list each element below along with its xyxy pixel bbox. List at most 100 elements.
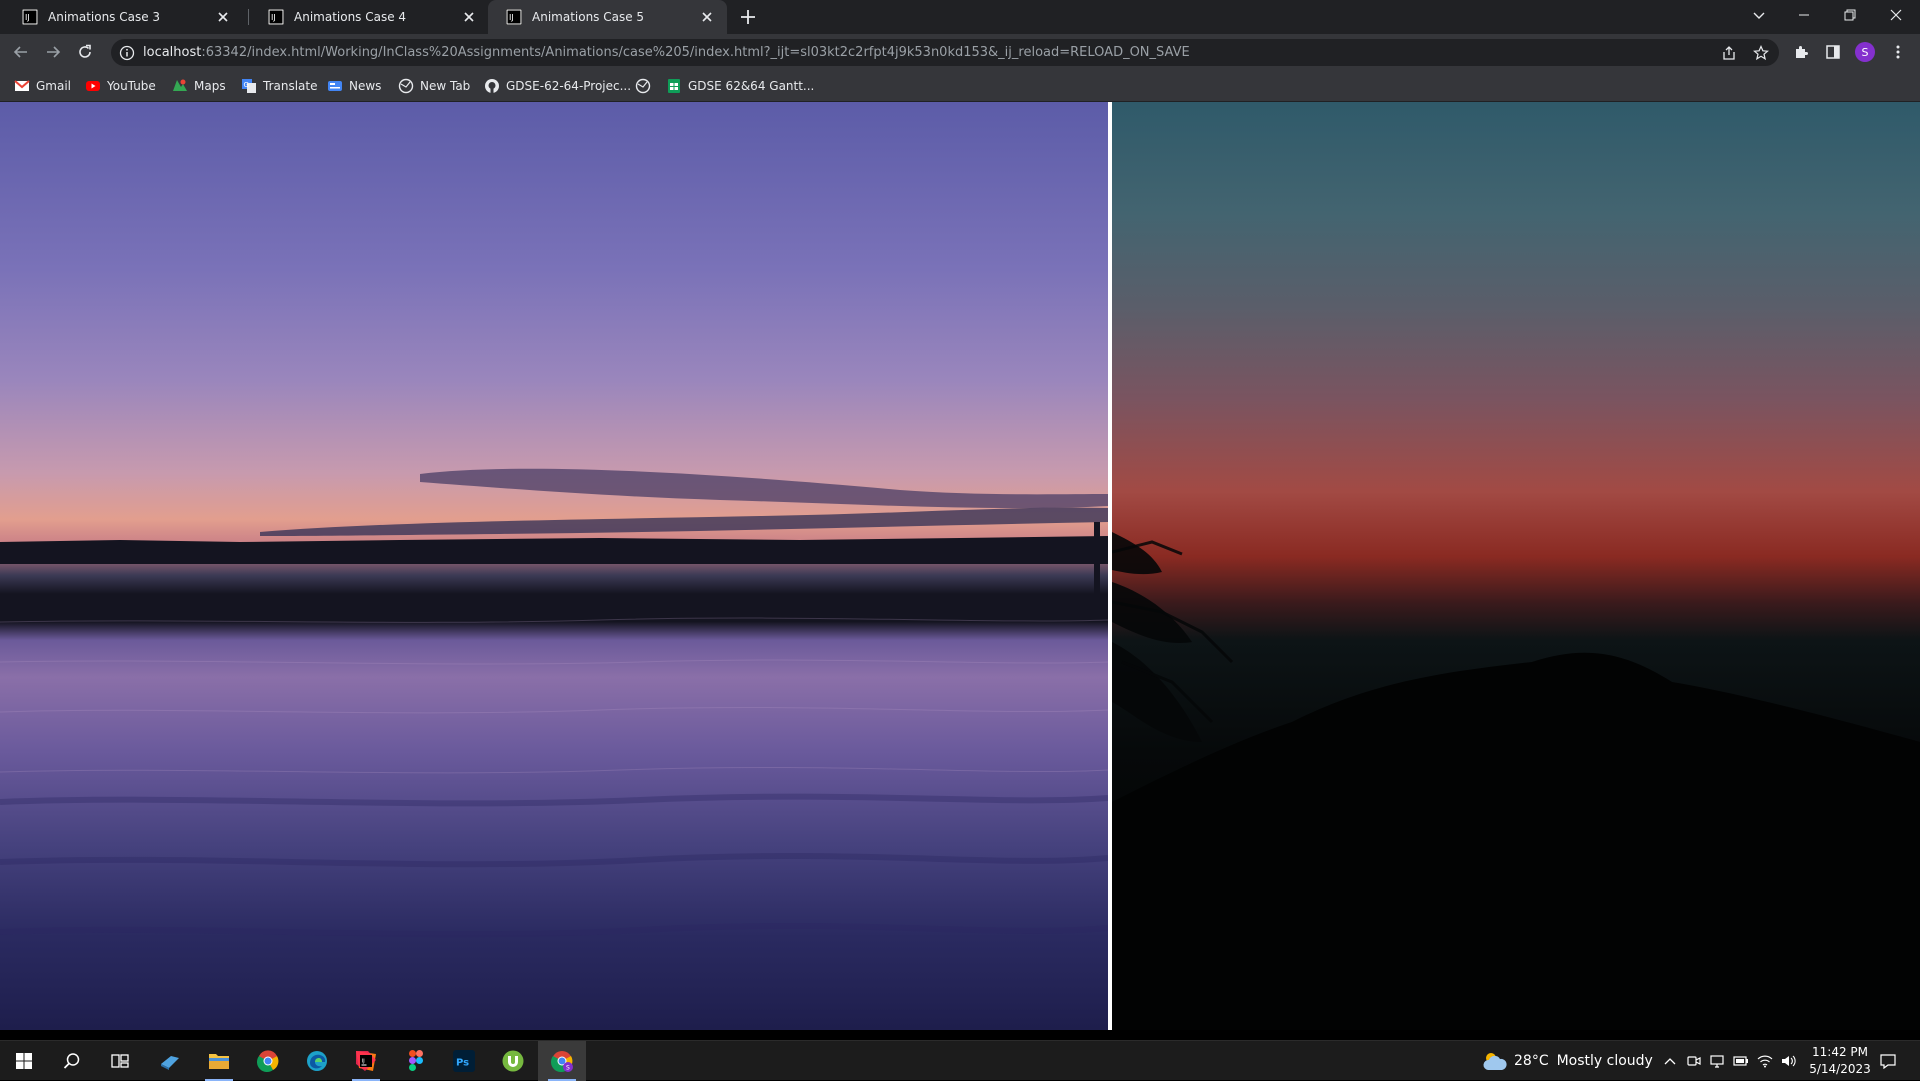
- windows-taskbar: IJ Ps S 28°C Mostly cloudy 11:42 PM 5/14…: [0, 1040, 1920, 1081]
- start-icon[interactable]: [0, 1041, 48, 1081]
- reload-icon[interactable]: [72, 39, 98, 65]
- new-tab-plus-icon[interactable]: [736, 6, 760, 28]
- youtube-icon: [86, 81, 100, 91]
- cloud-sun-icon: [1483, 1053, 1507, 1070]
- file-explorer-icon[interactable]: [195, 1041, 243, 1081]
- svg-text:Ps: Ps: [456, 1058, 469, 1069]
- task-view-icon[interactable]: [96, 1041, 144, 1081]
- tab-title: Animations Case 4: [294, 10, 407, 24]
- notifications-icon[interactable]: [1880, 1053, 1896, 1069]
- bookmark-label: Translate: [263, 79, 318, 93]
- intellij-favicon-icon: IJ: [506, 9, 522, 25]
- bookmark-translate[interactable]: G Translate: [241, 76, 318, 96]
- tab-animations-case-5[interactable]: IJ Animations Case 5: [488, 0, 727, 34]
- weather-condition: Mostly cloudy: [1556, 1053, 1653, 1069]
- search-icon[interactable]: [48, 1041, 96, 1081]
- bookmark-label: Gmail: [36, 79, 72, 93]
- sunset-lake-scene: [0, 468, 1108, 938]
- url-host: localhost: [143, 45, 202, 60]
- bookmark-label: YouTube: [107, 79, 156, 93]
- site-info-icon[interactable]: [119, 45, 135, 61]
- tab-strip: IJ Animations Case 3 IJ Animations Case …: [0, 0, 1920, 34]
- tab-title: Animations Case 5: [532, 10, 645, 24]
- side-panel-icon[interactable]: [1820, 39, 1846, 65]
- tab-animations-case-4[interactable]: IJ Animations Case 4: [250, 0, 489, 34]
- sheets-icon: [668, 79, 680, 93]
- dusk-tree-silhouette-image: [1112, 102, 1920, 1030]
- bookmark-star-icon[interactable]: [1751, 43, 1771, 63]
- meet-now-icon[interactable]: [1686, 1053, 1702, 1069]
- close-window-icon[interactable]: [1873, 0, 1919, 30]
- remote-desktop-icon[interactable]: [1709, 1053, 1725, 1069]
- svg-text:IJ: IJ: [25, 13, 30, 22]
- chevron-up-icon[interactable]: [1662, 1053, 1678, 1069]
- tab-search-chevron-icon[interactable]: [1736, 0, 1782, 30]
- tab-separator: [248, 9, 249, 25]
- intellij-favicon-icon: IJ: [268, 9, 284, 25]
- bookmark-label: News: [349, 79, 382, 93]
- svg-text:IJ: IJ: [271, 13, 276, 22]
- browser-toolbar: localhost:63342/index.html/Working/InCla…: [0, 34, 1920, 70]
- wifi-icon[interactable]: [1757, 1053, 1773, 1069]
- menu-kebab-icon[interactable]: [1885, 39, 1911, 65]
- svg-text:IJ: IJ: [362, 1059, 366, 1065]
- address-bar[interactable]: localhost:63342/index.html/Working/InCla…: [111, 39, 1779, 66]
- back-arrow-icon[interactable]: [8, 39, 34, 65]
- svg-text:IJ: IJ: [509, 13, 514, 22]
- restore-icon[interactable]: [1827, 0, 1873, 30]
- bookmark-label: New Tab: [420, 79, 471, 93]
- svg-text:S: S: [566, 1065, 570, 1072]
- url-text: localhost:63342/index.html/Working/InCla…: [143, 45, 1190, 60]
- globe-icon: [635, 78, 651, 94]
- forward-arrow-icon[interactable]: [40, 39, 66, 65]
- maps-icon: [173, 79, 187, 91]
- bookmark-label: GDSE 62&64 Gantt...: [688, 79, 815, 93]
- tab-title: Animations Case 3: [48, 10, 161, 24]
- intellij-icon[interactable]: IJ: [342, 1041, 390, 1081]
- bookmarks-bar: Gmail YouTube Maps G Translate News New …: [0, 70, 1920, 102]
- tree-silhouette-scene: [1112, 532, 1920, 1030]
- clock-time: 11:42 PM: [1812, 1045, 1868, 1059]
- bookmark-news[interactable]: News: [327, 76, 381, 96]
- url-path: :63342/index.html/Working/InClass%20Assi…: [201, 45, 1190, 60]
- translate-icon: G: [242, 79, 256, 93]
- figma-icon[interactable]: [392, 1041, 440, 1081]
- bookmark-github-project[interactable]: GDSE-62-64-Projec...: [484, 76, 631, 96]
- profile-avatar[interactable]: S: [1855, 42, 1875, 62]
- bookmark-gantt[interactable]: GDSE 62&64 Gantt...: [666, 76, 814, 96]
- chrome-profile-icon[interactable]: S: [538, 1041, 586, 1081]
- bookmark-new-tab[interactable]: New Tab: [398, 76, 470, 96]
- bookmark-globe[interactable]: [635, 76, 657, 96]
- bookmark-gmail[interactable]: Gmail: [14, 76, 71, 96]
- page-content: [0, 102, 1920, 1030]
- extensions-puzzle-icon[interactable]: [1788, 39, 1814, 65]
- bookmark-maps[interactable]: Maps: [172, 76, 226, 96]
- battery-icon[interactable]: [1733, 1053, 1749, 1069]
- system-clock[interactable]: 11:42 PM 5/14/2023: [1800, 1044, 1880, 1078]
- app-icon[interactable]: [146, 1041, 194, 1081]
- clock-date: 5/14/2023: [1809, 1062, 1871, 1076]
- close-icon[interactable]: [461, 9, 477, 25]
- utorrent-icon[interactable]: [489, 1041, 537, 1081]
- volume-icon[interactable]: [1781, 1053, 1797, 1069]
- sunset-lake-image: [0, 102, 1108, 1030]
- bookmark-youtube[interactable]: YouTube: [85, 76, 156, 96]
- edge-icon[interactable]: [293, 1041, 341, 1081]
- bookmark-label: Maps: [194, 79, 226, 93]
- close-icon[interactable]: [699, 9, 715, 25]
- github-icon: [485, 79, 499, 93]
- close-icon[interactable]: [215, 9, 231, 25]
- intellij-favicon-icon: IJ: [22, 9, 38, 25]
- minimize-icon[interactable]: [1781, 0, 1827, 30]
- share-icon[interactable]: [1719, 43, 1739, 63]
- bookmark-label: GDSE-62-64-Projec...: [506, 79, 632, 93]
- weather-widget[interactable]: 28°C Mostly cloudy: [1482, 1041, 1653, 1081]
- weather-temp: 28°C: [1514, 1053, 1549, 1069]
- tab-animations-case-3[interactable]: IJ Animations Case 3: [4, 0, 243, 34]
- chrome-icon[interactable]: [244, 1041, 292, 1081]
- photoshop-icon[interactable]: Ps: [440, 1041, 488, 1081]
- news-icon: [328, 81, 342, 91]
- gmail-icon: [14, 80, 30, 91]
- globe-icon: [398, 78, 414, 94]
- svg-text:G: G: [244, 81, 249, 89]
